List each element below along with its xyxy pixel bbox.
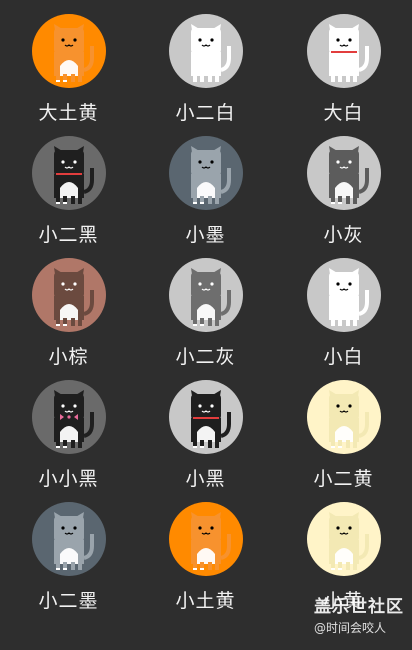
cat-item[interactable]: 小小黑 <box>0 376 137 496</box>
cat-item[interactable]: 小灰 <box>275 132 412 252</box>
cat-name-label: 大白 <box>323 102 364 124</box>
cat-avatar-icon <box>306 258 381 332</box>
cat-name-label: 小墨 <box>185 224 226 246</box>
watermark-logo: 盖乐世社区 <box>314 597 404 617</box>
cat-item[interactable]: 大白 <box>275 10 412 130</box>
cat-avatar-icon <box>306 502 381 576</box>
cat-name-label: 大土黄 <box>38 102 99 124</box>
cat-name-label: 小二墨 <box>38 590 99 612</box>
cat-name-label: 小二白 <box>175 102 236 124</box>
cat-grid: 大土黄 小二白 大白 小二黑 小墨 小灰 小棕 小二灰 小白 小小黑 小黑 小二黄 小二墨 小土黄 小黄 <box>0 0 412 650</box>
watermark: 盖乐世社区 @时间会咬人 <box>314 592 404 636</box>
cat-item[interactable]: 小土黄 <box>137 498 274 618</box>
cat-avatar-icon <box>168 380 243 454</box>
cat-name-label: 小二黑 <box>38 224 99 246</box>
cat-name-label: 小土黄 <box>175 590 236 612</box>
watermark-user: @时间会咬人 <box>314 621 387 635</box>
cat-item[interactable]: 小棕 <box>0 254 137 374</box>
cat-avatar-icon <box>306 136 381 210</box>
cat-item[interactable]: 小二黑 <box>0 132 137 252</box>
cat-item[interactable]: 大土黄 <box>0 10 137 130</box>
cat-avatar-icon <box>306 380 381 454</box>
cat-name-label: 小白 <box>323 346 364 368</box>
cat-item[interactable]: 小墨 <box>137 132 274 252</box>
cat-item[interactable]: 小二墨 <box>0 498 137 618</box>
cat-avatar-icon <box>31 502 106 576</box>
cat-avatar-icon <box>306 14 381 88</box>
cat-name-label: 小黑 <box>185 468 226 490</box>
cat-avatar-icon <box>168 14 243 88</box>
cat-name-label: 小灰 <box>323 224 364 246</box>
cat-item[interactable]: 小黑 <box>137 376 274 496</box>
cat-name-label: 小二灰 <box>175 346 236 368</box>
cat-name-label: 小二黄 <box>313 468 374 490</box>
cat-avatar-icon <box>31 14 106 88</box>
cat-name-label: 小棕 <box>48 346 89 368</box>
cat-avatar-icon <box>31 258 106 332</box>
cat-avatar-icon <box>31 380 106 454</box>
cat-item[interactable]: 小白 <box>275 254 412 374</box>
cat-avatar-icon <box>168 502 243 576</box>
cat-avatar-icon <box>168 136 243 210</box>
cat-avatar-icon <box>168 258 243 332</box>
cat-item[interactable]: 小二灰 <box>137 254 274 374</box>
cat-avatar-icon <box>31 136 106 210</box>
cat-item[interactable]: 小二黄 <box>275 376 412 496</box>
cat-item[interactable]: 小二白 <box>137 10 274 130</box>
cat-name-label: 小小黑 <box>38 468 99 490</box>
